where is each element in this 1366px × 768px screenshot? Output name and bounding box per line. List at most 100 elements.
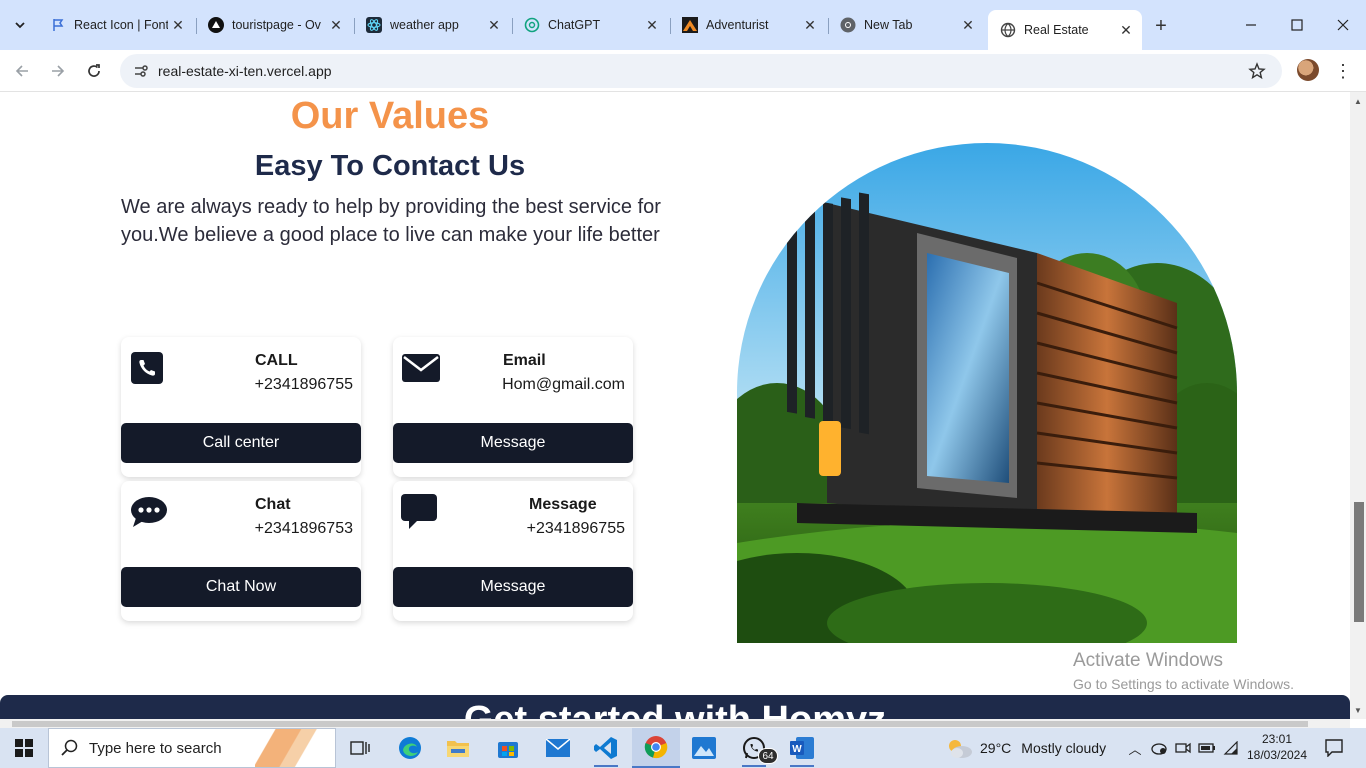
call-center-button[interactable]: Call center: [121, 423, 361, 463]
new-tab-button[interactable]: +: [1149, 14, 1173, 38]
taskbar-weather[interactable]: 29°C Mostly cloudy: [944, 728, 1106, 768]
chat-now-button[interactable]: Chat Now: [121, 567, 361, 607]
taskbar-store[interactable]: [484, 728, 532, 768]
url-text[interactable]: real-estate-xi-ten.vercel.app: [158, 63, 1246, 79]
values-description: We are always ready to help by providing…: [121, 196, 661, 246]
tab-real-estate[interactable]: Real Estate ✕: [988, 10, 1142, 50]
plus-icon: +: [1155, 14, 1167, 37]
card-value: +2341896755: [526, 520, 625, 537]
values-title: Our Values: [290, 95, 490, 137]
card-heading: Email: [503, 352, 546, 369]
notification-icon: [1325, 739, 1343, 757]
mail-icon: [546, 739, 570, 757]
taskbar-search-box[interactable]: Type here to search: [48, 728, 336, 768]
folder-icon: [447, 741, 469, 757]
search-highlight-art: [255, 729, 335, 767]
scroll-down-arrow-icon[interactable]: ▼: [1353, 705, 1363, 715]
house-image: [737, 143, 1237, 643]
taskbar-clock[interactable]: 23:01 18/03/2024: [1244, 731, 1310, 763]
camera-icon: [1175, 742, 1191, 754]
tray-battery[interactable]: [1196, 728, 1218, 768]
wifi-icon: [1223, 741, 1238, 755]
windows-taskbar: Type here to search 64 W 29°C Mostly clo…: [0, 728, 1366, 768]
address-bar[interactable]: real-estate-xi-ten.vercel.app: [120, 54, 1282, 88]
back-button[interactable]: [8, 57, 36, 85]
tab-touristpage[interactable]: touristpage - Ov ✕: [196, 10, 352, 40]
tab-close-icon[interactable]: ✕: [642, 15, 662, 35]
photos-icon: [692, 737, 716, 759]
scrollbar-thumb[interactable]: [1354, 502, 1364, 622]
tab-title: Adventurist: [706, 18, 769, 32]
profile-avatar[interactable]: [1297, 59, 1319, 81]
start-button[interactable]: [0, 728, 48, 768]
taskbar-whatsapp[interactable]: 64: [730, 728, 778, 768]
taskbar-file-explorer[interactable]: [434, 728, 482, 768]
task-view-button[interactable]: [336, 728, 384, 768]
maximize-icon: [1291, 19, 1303, 31]
minimize-button[interactable]: [1237, 12, 1265, 38]
search-icon: [61, 739, 81, 757]
whatsapp-unread-badge: 64: [758, 748, 778, 764]
tab-chatgpt[interactable]: ChatGPT ✕: [512, 10, 668, 40]
weather-condition: Mostly cloudy: [1021, 740, 1107, 756]
windows-logo-icon: [15, 739, 33, 757]
tab-close-icon[interactable]: ✕: [168, 15, 188, 35]
arrow-left-icon: [15, 65, 28, 77]
tab-title: React Icon | Font: [74, 18, 168, 32]
contact-card-email: Email Hom@gmail.com Message: [393, 337, 633, 477]
tab-close-icon[interactable]: ✕: [800, 15, 820, 35]
taskbar-chrome[interactable]: [632, 728, 680, 768]
chrome-icon: [644, 736, 668, 759]
clock-date: 18/03/2024: [1246, 748, 1308, 762]
email-message-button[interactable]: Message: [393, 423, 633, 463]
tab-close-icon[interactable]: ✕: [326, 15, 346, 35]
site-settings-icon[interactable]: [130, 63, 152, 79]
tab-search-button[interactable]: [8, 12, 32, 38]
close-window-button[interactable]: [1329, 12, 1357, 38]
taskbar-edge[interactable]: [386, 728, 434, 768]
chatgpt-logo-icon: [524, 17, 540, 33]
tray-meet-now[interactable]: [1172, 728, 1194, 768]
react-logo-icon: [366, 17, 382, 33]
chat-bubble-icon: [129, 495, 169, 529]
taskbar-photos[interactable]: [680, 728, 728, 768]
reload-button[interactable]: [80, 57, 108, 85]
chevron-up-icon: ︿: [1128, 741, 1142, 757]
show-hidden-icons-button[interactable]: ︿: [1124, 728, 1146, 768]
edge-icon: [399, 737, 421, 759]
tab-strip: React Icon | Font ✕ touristpage - Ov ✕ w…: [0, 0, 1366, 50]
scroll-up-arrow-icon[interactable]: ▲: [1353, 96, 1363, 106]
reload-icon: [88, 64, 100, 77]
browser-menu-button[interactable]: ⋮: [1333, 59, 1353, 83]
taskbar-mail[interactable]: [534, 728, 582, 768]
vscode-icon: [594, 737, 617, 759]
chrome-logo-icon: [840, 17, 856, 33]
taskbar-word[interactable]: W: [778, 728, 826, 768]
tab-close-icon[interactable]: ✕: [958, 15, 978, 35]
tab-close-icon[interactable]: ✕: [484, 15, 504, 35]
card-heading: CALL: [255, 352, 298, 369]
tab-close-icon[interactable]: ✕: [1116, 20, 1136, 40]
horizontal-scrollbar-thumb[interactable]: [12, 721, 1308, 727]
forward-button[interactable]: [44, 57, 72, 85]
message-button[interactable]: Message: [393, 567, 633, 607]
watermark-title: Activate Windows: [1073, 650, 1223, 671]
tab-weather-app[interactable]: weather app ✕: [354, 10, 510, 40]
more-vert-icon: ⋮: [1334, 60, 1352, 81]
maximize-button[interactable]: [1283, 12, 1311, 38]
taskbar-vscode[interactable]: [582, 728, 630, 768]
tray-network-cloud[interactable]: [1148, 728, 1170, 768]
bookmark-star-icon[interactable]: [1246, 62, 1268, 80]
tab-adventurist[interactable]: Adventurist ✕: [670, 10, 826, 40]
word-icon: W: [790, 737, 814, 759]
task-view-icon: [350, 741, 370, 755]
tab-new-tab[interactable]: New Tab ✕: [828, 10, 984, 40]
tab-react-icon[interactable]: React Icon | Font ✕: [38, 10, 194, 40]
card-value: +2341896755: [254, 376, 353, 393]
notification-center-button[interactable]: [1322, 728, 1346, 768]
tray-wifi[interactable]: [1220, 728, 1242, 768]
vertical-scrollbar[interactable]: ▲ ▼: [1350, 92, 1366, 719]
envelope-icon: [401, 351, 441, 385]
weather-temperature: 29°C: [980, 740, 1012, 756]
contact-card-chat: Chat +2341896753 Chat Now: [121, 481, 361, 621]
